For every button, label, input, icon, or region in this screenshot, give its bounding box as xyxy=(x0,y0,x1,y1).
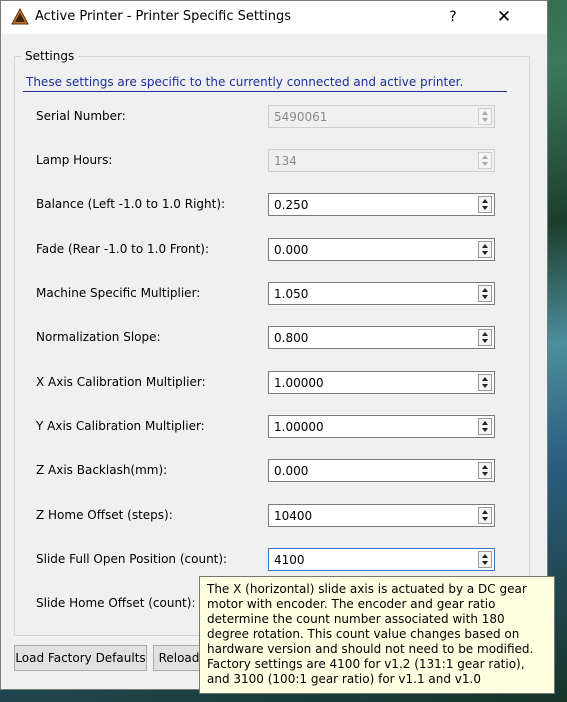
spin-up-icon[interactable] xyxy=(482,288,488,292)
spin-down-icon[interactable] xyxy=(482,251,488,255)
spin-up-icon[interactable] xyxy=(482,421,488,425)
spin-arrows-icon[interactable] xyxy=(478,507,492,524)
setting-value[interactable]: 0.000 xyxy=(274,464,308,478)
setting-row: Balance (Left -1.0 to 1.0 Right): 0.250 xyxy=(1,193,547,217)
reload-button[interactable]: Reload xyxy=(153,645,205,671)
spin-down-icon[interactable] xyxy=(482,206,488,210)
setting-spinbox[interactable]: 0.000 xyxy=(268,459,495,482)
setting-spinbox[interactable]: 4100 xyxy=(268,548,495,571)
setting-value: 134 xyxy=(274,154,297,168)
setting-value: 5490061 xyxy=(274,110,328,124)
info-divider xyxy=(23,91,507,92)
setting-value[interactable]: 0.800 xyxy=(274,331,308,345)
setting-row: Lamp Hours: 134 xyxy=(1,149,547,173)
setting-spinbox: 5490061 xyxy=(268,105,495,128)
setting-value[interactable]: 1.00000 xyxy=(274,376,324,390)
setting-row: Machine Specific Multiplier: 1.050 xyxy=(1,282,547,306)
setting-value[interactable]: 1.050 xyxy=(274,287,308,301)
setting-label: Balance (Left -1.0 to 1.0 Right): xyxy=(36,197,226,211)
setting-row: Y Axis Calibration Multiplier: 1.00000 xyxy=(1,415,547,439)
close-button[interactable]: ✕ xyxy=(481,1,527,34)
spin-down-icon[interactable] xyxy=(482,472,488,476)
spin-up-icon xyxy=(482,111,488,115)
setting-value[interactable]: 0.000 xyxy=(274,243,308,257)
setting-spinbox[interactable]: 1.00000 xyxy=(268,371,495,394)
setting-row: Z Home Offset (steps): 10400 xyxy=(1,504,547,528)
spin-down-icon[interactable] xyxy=(482,561,488,565)
setting-spinbox[interactable]: 0.250 xyxy=(268,193,495,216)
setting-label: Fade (Rear -1.0 to 1.0 Front): xyxy=(36,242,209,256)
setting-row: X Axis Calibration Multiplier: 1.00000 xyxy=(1,371,547,395)
setting-spinbox: 134 xyxy=(268,149,495,172)
spin-down-icon[interactable] xyxy=(482,339,488,343)
spin-up-icon[interactable] xyxy=(482,244,488,248)
spin-down-icon xyxy=(482,118,488,122)
spin-down-icon[interactable] xyxy=(482,384,488,388)
spin-arrows-icon[interactable] xyxy=(478,329,492,346)
spin-arrows-icon xyxy=(478,152,492,169)
setting-spinbox[interactable]: 1.050 xyxy=(268,282,495,305)
setting-row: Serial Number: 5490061 xyxy=(1,105,547,129)
spin-up-icon[interactable] xyxy=(482,510,488,514)
spin-up-icon[interactable] xyxy=(482,332,488,336)
setting-label: Slide Home Offset (count): xyxy=(36,596,196,610)
setting-value[interactable]: 4100 xyxy=(274,553,305,567)
setting-value[interactable]: 10400 xyxy=(274,509,312,523)
setting-label: Z Axis Backlash(mm): xyxy=(36,463,168,477)
setting-label: X Axis Calibration Multiplier: xyxy=(36,375,206,389)
settings-group-label: Settings xyxy=(21,49,79,63)
help-button[interactable]: ? xyxy=(433,1,473,34)
spin-arrows-icon[interactable] xyxy=(478,196,492,213)
window-title: Active Printer - Printer Specific Settin… xyxy=(35,9,291,24)
spin-down-icon[interactable] xyxy=(482,517,488,521)
setting-label: Machine Specific Multiplier: xyxy=(36,286,201,300)
setting-row: Z Axis Backlash(mm): 0.000 xyxy=(1,459,547,483)
spin-up-icon xyxy=(482,155,488,159)
printer-app-icon xyxy=(11,7,29,26)
spin-arrows-icon[interactable] xyxy=(478,418,492,435)
spin-up-icon[interactable] xyxy=(482,465,488,469)
setting-spinbox[interactable]: 0.800 xyxy=(268,326,495,349)
spin-arrows-icon[interactable] xyxy=(478,285,492,302)
spin-up-icon[interactable] xyxy=(482,199,488,203)
setting-row: Normalization Slope: 0.800 xyxy=(1,326,547,350)
spin-arrows-icon[interactable] xyxy=(478,374,492,391)
slide-position-tooltip: The X (horizontal) slide axis is actuate… xyxy=(199,576,555,694)
load-factory-defaults-button[interactable]: Load Factory Defaults xyxy=(14,645,147,671)
spin-arrows-icon xyxy=(478,108,492,125)
spin-arrows-icon[interactable] xyxy=(478,462,492,479)
spin-up-icon[interactable] xyxy=(482,554,488,558)
spin-up-icon[interactable] xyxy=(482,377,488,381)
setting-spinbox[interactable]: 10400 xyxy=(268,504,495,527)
setting-label: Normalization Slope: xyxy=(36,330,161,344)
settings-info-text: These settings are specific to the curre… xyxy=(26,75,464,89)
spin-arrows-icon[interactable] xyxy=(478,241,492,258)
setting-label: Z Home Offset (steps): xyxy=(36,508,173,522)
setting-row: Fade (Rear -1.0 to 1.0 Front): 0.000 xyxy=(1,238,547,262)
setting-spinbox[interactable]: 1.00000 xyxy=(268,415,495,438)
setting-value[interactable]: 0.250 xyxy=(274,198,308,212)
setting-spinbox[interactable]: 0.000 xyxy=(268,238,495,261)
setting-label: Serial Number: xyxy=(36,109,126,123)
spin-arrows-icon[interactable] xyxy=(478,551,492,568)
setting-value[interactable]: 1.00000 xyxy=(274,420,324,434)
title-bar: Active Printer - Printer Specific Settin… xyxy=(1,1,547,34)
setting-row: Slide Full Open Position (count): 4100 xyxy=(1,548,547,572)
spin-down-icon[interactable] xyxy=(482,295,488,299)
setting-label: Y Axis Calibration Multiplier: xyxy=(36,419,205,433)
spin-down-icon xyxy=(482,162,488,166)
setting-label: Slide Full Open Position (count): xyxy=(36,552,228,566)
setting-label: Lamp Hours: xyxy=(36,153,113,167)
spin-down-icon[interactable] xyxy=(482,428,488,432)
